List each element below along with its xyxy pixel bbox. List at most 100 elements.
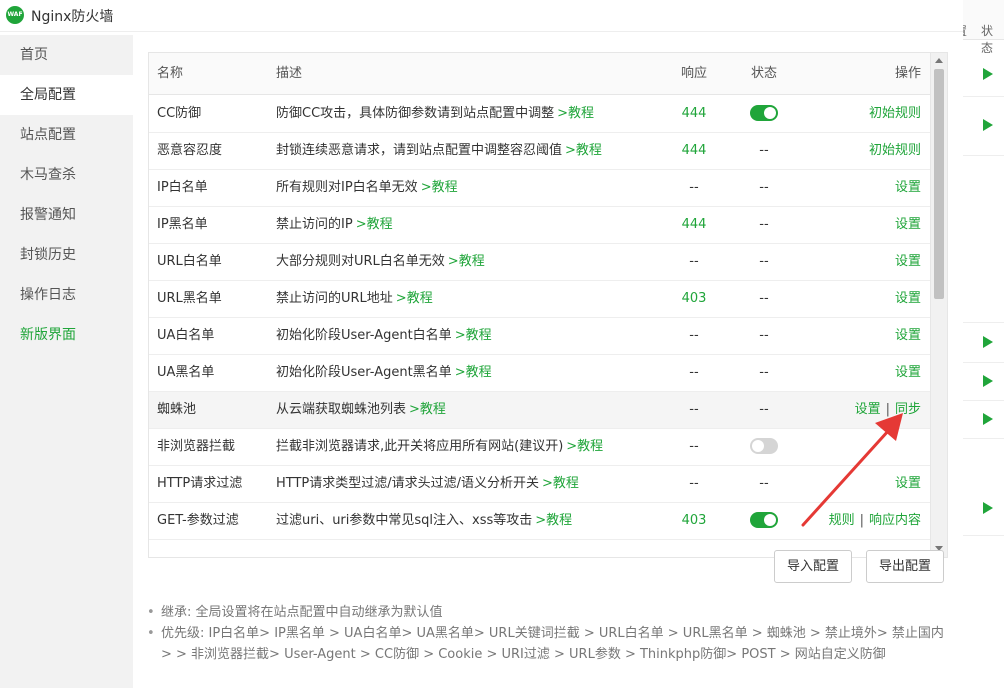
rule-description-text: 封锁连续恶意请求，请到站点配置中调整容忍阈值 xyxy=(276,143,563,158)
play-icon[interactable] xyxy=(983,119,993,131)
import-config-button[interactable]: 导入配置 xyxy=(774,550,853,583)
operation-link[interactable]: 设置 xyxy=(855,402,881,417)
table-row: GET-参数过滤 过滤uri、uri参数中常见sql注入、xss等攻击 >教程 403… xyxy=(149,503,931,540)
rule-operations: 规则 | 响应内容 xyxy=(829,503,921,540)
rule-operations: 设置 xyxy=(895,281,921,318)
tutorial-link[interactable]: >教程 xyxy=(409,402,446,417)
title-bar: WAF Nginx防火墙 xyxy=(0,0,963,32)
rule-state: -- xyxy=(759,217,769,232)
tutorial-link[interactable]: >教程 xyxy=(565,143,602,158)
operation-link[interactable]: 响应内容 xyxy=(869,513,921,528)
rule-operations: 设置 | 同步 xyxy=(855,392,921,429)
rule-name: 非浏览器拦截 xyxy=(157,439,236,454)
rule-description: 禁止访问的IP >教程 xyxy=(276,207,393,244)
table-row: URL白名单 大部分规则对URL白名单无效 >教程 -- -- 设置 xyxy=(149,244,931,281)
operation-link[interactable]: 设置 xyxy=(895,217,921,232)
sidebar-item-home[interactable]: 首页 xyxy=(0,35,133,75)
note-inherit: 继承: 全局设置将在站点配置中自动继承为默认值 xyxy=(147,602,947,623)
operation-link[interactable]: 同步 xyxy=(895,402,921,417)
operation-link[interactable]: 设置 xyxy=(895,254,921,269)
tutorial-link[interactable]: >教程 xyxy=(455,328,492,343)
rule-state: -- xyxy=(759,180,769,195)
rule-description-text: 过滤uri、uri参数中常见sql注入、xss等攻击 xyxy=(276,513,533,528)
rule-state: -- xyxy=(759,291,769,306)
rule-description-text: 大部分规则对URL白名单无效 xyxy=(276,254,445,269)
rule-description-text: 初始化阶段User-Agent黑名单 xyxy=(276,365,452,380)
rule-operations: 设置 xyxy=(895,355,921,392)
tutorial-link[interactable]: >教程 xyxy=(557,106,594,121)
rule-description: 初始化阶段User-Agent白名单 >教程 xyxy=(276,318,492,355)
operation-separator: | xyxy=(885,402,890,417)
play-icon[interactable] xyxy=(983,336,993,348)
rules-table: 名称 描述 响应 状态 操作 CC防御 防御CC攻击，具体防御参数请到站点配置中调… xyxy=(148,52,948,558)
play-icon[interactable] xyxy=(983,413,993,425)
operation-link[interactable]: 设置 xyxy=(895,476,921,491)
play-icon[interactable] xyxy=(983,502,993,514)
rule-state: -- xyxy=(759,402,769,417)
rule-response-code: -- xyxy=(689,402,699,417)
table-row: URL黑名单 禁止访问的URL地址 >教程 403 -- 设置 xyxy=(149,281,931,318)
tutorial-link[interactable]: >教程 xyxy=(448,254,485,269)
rule-description-text: 拦截非浏览器请求,此开关将应用所有网站(建议开) xyxy=(276,439,564,454)
scroll-up-arrow-icon[interactable] xyxy=(935,58,943,63)
rule-description: 从云端获取蜘蛛池列表 >教程 xyxy=(276,392,446,429)
rule-response-code: 444 xyxy=(681,217,707,232)
table-scrollbar[interactable] xyxy=(930,53,947,557)
tutorial-link[interactable]: >教程 xyxy=(356,217,393,232)
sidebar-item-new-ui[interactable]: 新版界面 xyxy=(0,315,133,355)
toggle-knob xyxy=(752,439,764,452)
tutorial-link[interactable]: >教程 xyxy=(535,513,572,528)
background-table-header: 置 状态 xyxy=(955,0,1004,55)
scroll-thumb[interactable] xyxy=(934,69,944,299)
operation-link[interactable]: 设置 xyxy=(895,291,921,306)
rule-response-code: -- xyxy=(689,180,699,195)
sidebar-item-alert-notify[interactable]: 报警通知 xyxy=(0,195,133,235)
table-row: IP黑名单 禁止访问的IP >教程 444 -- 设置 xyxy=(149,207,931,244)
play-icon[interactable] xyxy=(983,375,993,387)
operation-link[interactable]: 设置 xyxy=(895,180,921,195)
operation-link[interactable]: 初始规则 xyxy=(869,106,921,121)
operation-separator: | xyxy=(859,513,864,528)
rule-operations: 设置 xyxy=(895,244,921,281)
table-row: IP白名单 所有规则对IP白名单无效 >教程 -- -- 设置 xyxy=(149,170,931,207)
rule-description: 禁止访问的URL地址 >教程 xyxy=(276,281,433,318)
rule-toggle-switch[interactable] xyxy=(750,437,778,454)
tutorial-link[interactable]: >教程 xyxy=(542,476,579,491)
sidebar-item-trojan-scan[interactable]: 木马查杀 xyxy=(0,155,133,195)
operation-link[interactable]: 规则 xyxy=(829,513,855,528)
rule-toggle-switch[interactable] xyxy=(750,104,778,121)
rule-state: -- xyxy=(759,143,769,158)
table-row: UA白名单 初始化阶段User-Agent白名单 >教程 -- -- 设置 xyxy=(149,318,931,355)
rule-name: URL黑名单 xyxy=(157,291,222,306)
header-operation: 操作 xyxy=(894,66,921,81)
table-row: HTTP请求过滤 HTTP请求类型过滤/请求头过滤/语义分析开关 >教程 -- -- 设置 xyxy=(149,466,931,503)
sidebar-item-block-history[interactable]: 封锁历史 xyxy=(0,235,133,275)
toggle-knob xyxy=(764,106,776,119)
rule-response-code: 403 xyxy=(681,513,707,528)
sidebar: 首页 全局配置 站点配置 木马查杀 报警通知 封锁历史 操作日志 新版界面 xyxy=(0,35,133,688)
toggle-knob xyxy=(764,513,776,526)
rule-state: -- xyxy=(759,254,769,269)
rule-toggle-switch[interactable] xyxy=(750,511,778,528)
notes-list: 继承: 全局设置将在站点配置中自动继承为默认值 优先级: IP白名单> IP黑名… xyxy=(147,602,947,665)
tutorial-link[interactable]: >教程 xyxy=(421,180,458,195)
rule-name: GET-参数过滤 xyxy=(157,513,239,528)
header-state: 状态 xyxy=(750,66,777,81)
tutorial-link[interactable]: >教程 xyxy=(396,291,433,306)
rule-name: 恶意容忍度 xyxy=(157,143,223,158)
sidebar-item-global-config[interactable]: 全局配置 xyxy=(0,75,133,115)
operation-link[interactable]: 设置 xyxy=(895,365,921,380)
operation-link[interactable]: 初始规则 xyxy=(869,143,921,158)
export-config-button[interactable]: 导出配置 xyxy=(866,550,945,583)
rule-description-text: 所有规则对IP白名单无效 xyxy=(276,180,418,195)
sidebar-item-site-config[interactable]: 站点配置 xyxy=(0,115,133,155)
rule-state xyxy=(739,503,789,540)
operation-link[interactable]: 设置 xyxy=(895,328,921,343)
note-priority: 优先级: IP白名单> IP黑名单 > UA白名单> UA黑名单> URL关键词… xyxy=(147,623,947,665)
play-icon[interactable] xyxy=(983,68,993,80)
tutorial-link[interactable]: >教程 xyxy=(566,439,603,454)
tutorial-link[interactable]: >教程 xyxy=(455,365,492,380)
rule-name: CC防御 xyxy=(157,106,202,121)
rule-description: 初始化阶段User-Agent黑名单 >教程 xyxy=(276,355,492,392)
sidebar-item-operation-log[interactable]: 操作日志 xyxy=(0,275,133,315)
